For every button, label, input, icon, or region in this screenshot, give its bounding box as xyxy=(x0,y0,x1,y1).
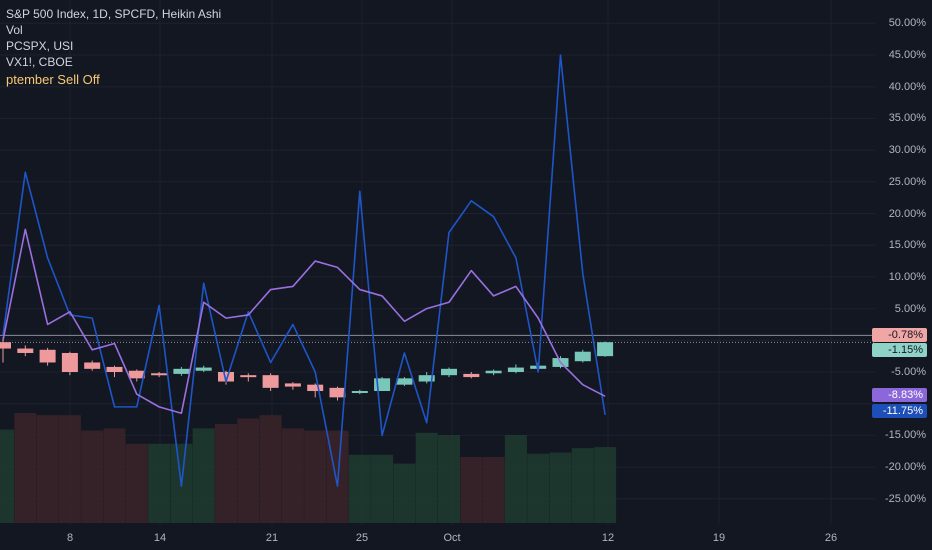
volume-bar xyxy=(192,428,215,523)
pcspx-value-label: -8.83% xyxy=(872,387,927,402)
y-tick-label: -15.00% xyxy=(885,429,926,442)
volume-bar xyxy=(237,418,260,523)
volume-bar xyxy=(36,415,59,523)
y-tick-label: 30.00% xyxy=(888,144,926,157)
y-tick-label: 35.00% xyxy=(888,112,926,125)
x-tick-label: 25 xyxy=(355,532,369,544)
volume-bar xyxy=(393,463,416,523)
candle-body xyxy=(351,391,368,394)
candle-body xyxy=(329,387,346,398)
spx-high-price-label: -0.78% xyxy=(872,328,927,343)
volume-bar xyxy=(14,413,37,523)
y-tick-label: 40.00% xyxy=(888,80,926,93)
y-tick-label: -20.00% xyxy=(885,461,926,474)
x-tick-label: 26 xyxy=(824,532,838,544)
volume-bar xyxy=(594,447,617,523)
candle-body xyxy=(441,368,457,376)
candle-body xyxy=(128,370,145,379)
y-tick-label: -25.00% xyxy=(885,492,926,505)
y-tick-label: 45.00% xyxy=(888,49,926,61)
candle-body xyxy=(485,370,502,374)
candle-body xyxy=(262,375,279,388)
x-tick-label: 12 xyxy=(601,532,615,544)
candle-body xyxy=(574,351,591,362)
volume-bar xyxy=(460,457,483,523)
candle-body xyxy=(597,342,614,357)
candle-body xyxy=(106,366,123,372)
annotation-label: ptember Sell Off xyxy=(6,72,100,87)
x-tick-label: 19 xyxy=(712,532,726,544)
candle-body xyxy=(463,373,480,378)
y-tick-label: 5.00% xyxy=(894,302,926,315)
volume-bar xyxy=(281,428,304,523)
volume-bar xyxy=(215,424,237,523)
volume-legend[interactable]: Vol xyxy=(6,22,221,38)
spx-price-label: -1.15% xyxy=(872,343,927,358)
y-tick-label: 15.00% xyxy=(888,239,926,252)
y-tick-label: -5.00% xyxy=(891,366,926,378)
volume-bar xyxy=(504,435,527,523)
y-tick-label: 20.00% xyxy=(888,207,926,220)
candle-body xyxy=(307,384,324,392)
y-tick-label: 10.00% xyxy=(888,270,926,283)
candle-body xyxy=(84,362,101,369)
volume-bar xyxy=(58,415,81,523)
candle-body xyxy=(507,367,524,372)
candle-body xyxy=(17,348,34,353)
candle-body xyxy=(240,375,257,378)
vx-value-label: -11.75% xyxy=(872,404,927,419)
volume-bar xyxy=(549,452,572,523)
x-tick-label: Oct xyxy=(443,532,461,544)
y-tick-label: 25.00% xyxy=(888,175,926,188)
volume-bar xyxy=(348,454,371,523)
vx-series-line xyxy=(2,54,606,487)
volume-bar xyxy=(482,457,505,523)
candle-body xyxy=(39,349,56,363)
x-tick-label: 21 xyxy=(265,532,279,544)
volume-bar xyxy=(371,454,394,523)
candle-body xyxy=(173,368,190,374)
volume-bar xyxy=(0,429,14,523)
symbol-title[interactable]: S&P 500 Index, 1D, SPCFD, Heikin Ashi xyxy=(6,6,221,22)
candle-body xyxy=(0,342,11,349)
volume-bar xyxy=(125,443,148,523)
x-tick-label: 8 xyxy=(66,532,74,544)
candle-body xyxy=(396,378,413,385)
candle-body xyxy=(284,383,301,387)
volume-bar xyxy=(103,428,126,523)
volume-bar xyxy=(571,448,594,523)
candle-body xyxy=(195,367,212,371)
pcspx-legend[interactable]: PCSPX, USI xyxy=(6,38,221,54)
candle-body xyxy=(151,373,168,376)
chart-legend: S&P 500 Index, 1D, SPCFD, Heikin Ashi Vo… xyxy=(6,6,221,88)
candle-body xyxy=(61,352,78,372)
volume-bar xyxy=(148,443,171,523)
volume-bar xyxy=(304,430,327,523)
vx-legend[interactable]: VX1!, CBOE xyxy=(6,54,221,70)
chart-area[interactable]: S&P 500 Index, 1D, SPCFD, Heikin Ashi Vo… xyxy=(0,0,932,550)
volume-bar xyxy=(438,435,460,523)
volume-bar xyxy=(81,430,104,523)
volume-bar xyxy=(259,415,282,523)
volume-bar xyxy=(527,453,550,523)
x-tick-label: 14 xyxy=(153,532,167,544)
volume-bar xyxy=(415,432,438,523)
y-tick-label: 50.00% xyxy=(888,17,926,30)
